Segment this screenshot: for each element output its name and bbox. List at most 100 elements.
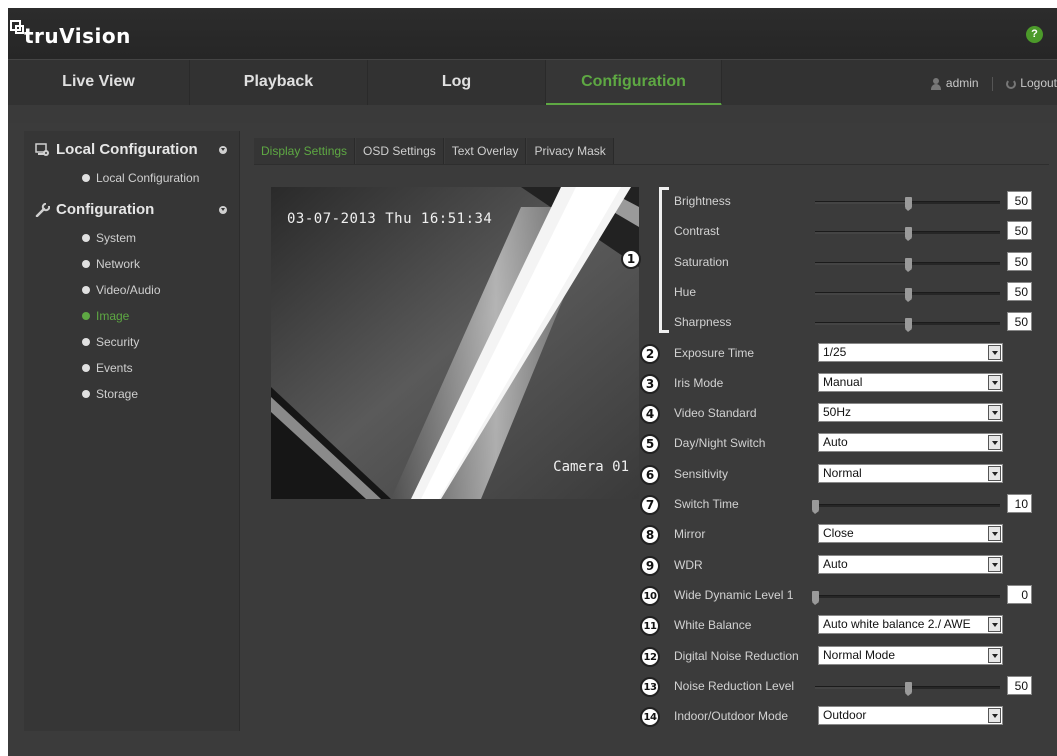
bullet-icon: [82, 286, 90, 294]
value-input[interactable]: 50: [1007, 221, 1032, 240]
callout-2-icon: 2: [640, 344, 660, 364]
setting-label: Indoor/Outdoor Mode: [674, 709, 789, 723]
image-adjustment-bracket: [659, 187, 669, 333]
setting-label: Wide Dynamic Level 1: [674, 588, 794, 602]
callout-7-icon: 7: [640, 495, 660, 515]
slider-track[interactable]: [815, 318, 1000, 332]
dropdown-select[interactable]: 50Hz: [818, 403, 1003, 422]
dropdown-arrow-icon[interactable]: [988, 435, 1001, 450]
logout-link[interactable]: Logout: [1020, 76, 1057, 90]
setting-label: Switch Time: [674, 497, 739, 511]
dropdown-select[interactable]: Auto: [818, 555, 1003, 574]
tab-log[interactable]: Log: [368, 60, 546, 106]
truvision-logo: truVision: [10, 20, 131, 48]
slider-track[interactable]: [812, 591, 1000, 605]
callout-11-icon: 11: [640, 616, 660, 636]
collapse-icon[interactable]: [219, 146, 227, 154]
callout-3-icon: 3: [640, 374, 660, 394]
dropdown-arrow-icon[interactable]: [988, 708, 1001, 723]
slider-thumb[interactable]: [904, 682, 912, 696]
setting-label: Hue: [674, 285, 697, 299]
slider-track[interactable]: [815, 258, 1000, 272]
sidebar-item-security[interactable]: Security: [24, 329, 239, 355]
slider-thumb[interactable]: [904, 227, 912, 241]
user-icon: [930, 77, 941, 90]
app-window: truVision ? Live View Playback Log Confi…: [8, 8, 1057, 756]
slider-fill: [815, 232, 908, 234]
setting-label: Digital Noise Reduction: [674, 649, 799, 663]
value-input[interactable]: 50: [1007, 282, 1032, 301]
tab-privacy-mask[interactable]: Privacy Mask: [527, 138, 614, 164]
dropdown-select[interactable]: Auto white balance 2./ AWE: [818, 615, 1003, 634]
sidebar-header-local-configuration[interactable]: Local Configuration: [24, 135, 239, 165]
value-input[interactable]: 50: [1007, 191, 1032, 210]
slider-track[interactable]: [815, 682, 1000, 696]
sidebar-item-system[interactable]: System: [24, 225, 239, 251]
dropdown-value: Manual: [823, 375, 863, 389]
sidebar-header-configuration[interactable]: Configuration: [24, 195, 239, 225]
dropdown-arrow-icon[interactable]: [988, 466, 1001, 481]
dropdown-select[interactable]: 1/25: [818, 343, 1003, 362]
dropdown-arrow-icon[interactable]: [988, 617, 1001, 632]
sidebar: Local Configuration Local Configuration …: [24, 131, 240, 731]
value-input[interactable]: 50: [1007, 676, 1032, 695]
setting-label: Sharpness: [674, 315, 732, 329]
tab-divider: [254, 164, 1049, 165]
setting-label: Mirror: [674, 527, 706, 541]
dropdown-value: Close: [823, 526, 854, 540]
value-input[interactable]: 10: [1007, 494, 1032, 513]
logo-mark-icon: [10, 20, 24, 34]
value-input[interactable]: 50: [1007, 252, 1032, 271]
dropdown-select[interactable]: Normal Mode: [818, 646, 1003, 665]
tab-osd-settings[interactable]: OSD Settings: [356, 138, 444, 164]
callout-14-icon: 14: [640, 707, 660, 727]
slider-thumb[interactable]: [812, 500, 819, 514]
setting-label: Day/Night Switch: [674, 436, 766, 450]
slider-fill: [815, 263, 908, 265]
help-icon[interactable]: ?: [1026, 26, 1043, 43]
tab-configuration[interactable]: Configuration: [546, 60, 722, 106]
sidebar-item-image[interactable]: Image: [24, 303, 239, 329]
value-input[interactable]: 0: [1007, 585, 1032, 604]
dropdown-arrow-icon[interactable]: [988, 526, 1001, 541]
tab-text-overlay[interactable]: Text Overlay: [444, 138, 527, 164]
dropdown-arrow-icon[interactable]: [988, 648, 1001, 663]
dropdown-select[interactable]: Outdoor: [818, 706, 1003, 725]
dropdown-arrow-icon[interactable]: [988, 345, 1001, 360]
setting-label: Noise Reduction Level: [674, 679, 795, 693]
bullet-icon: [82, 312, 90, 320]
slider-thumb[interactable]: [904, 288, 912, 302]
slider-thumb[interactable]: [812, 591, 819, 605]
sidebar-item-local-configuration[interactable]: Local Configuration: [24, 165, 239, 191]
tab-playback[interactable]: Playback: [190, 60, 368, 106]
collapse-icon[interactable]: [219, 206, 227, 214]
slider-fill: [815, 202, 908, 204]
slider-track[interactable]: [815, 227, 1000, 241]
dropdown-select[interactable]: Close: [818, 524, 1003, 543]
dropdown-value: Auto: [823, 557, 848, 571]
value-input[interactable]: 50: [1007, 312, 1032, 331]
dropdown-value: 1/25: [823, 345, 847, 359]
slider-thumb[interactable]: [904, 197, 912, 211]
dropdown-arrow-icon[interactable]: [988, 557, 1001, 572]
slider-fill: [815, 293, 908, 295]
sidebar-item-storage[interactable]: Storage: [24, 381, 239, 407]
tab-live-view[interactable]: Live View: [8, 60, 190, 106]
sidebar-item-network[interactable]: Network: [24, 251, 239, 277]
setting-label: WDR: [674, 558, 703, 572]
dropdown-select[interactable]: Auto: [818, 433, 1003, 452]
callout-6-icon: 6: [640, 465, 660, 485]
sidebar-item-video-audio[interactable]: Video/Audio: [24, 277, 239, 303]
slider-track[interactable]: [815, 288, 1000, 302]
sidebar-item-events[interactable]: Events: [24, 355, 239, 381]
slider-thumb[interactable]: [904, 258, 912, 272]
dropdown-arrow-icon[interactable]: [988, 375, 1001, 390]
slider-track[interactable]: [812, 500, 1000, 514]
dropdown-arrow-icon[interactable]: [988, 405, 1001, 420]
dropdown-select[interactable]: Normal: [818, 464, 1003, 483]
tab-display-settings[interactable]: Display Settings: [254, 138, 356, 164]
slider-track[interactable]: [815, 197, 1000, 211]
dropdown-select[interactable]: Manual: [818, 373, 1003, 392]
slider-thumb[interactable]: [904, 318, 912, 332]
logout-icon[interactable]: [1006, 78, 1017, 89]
